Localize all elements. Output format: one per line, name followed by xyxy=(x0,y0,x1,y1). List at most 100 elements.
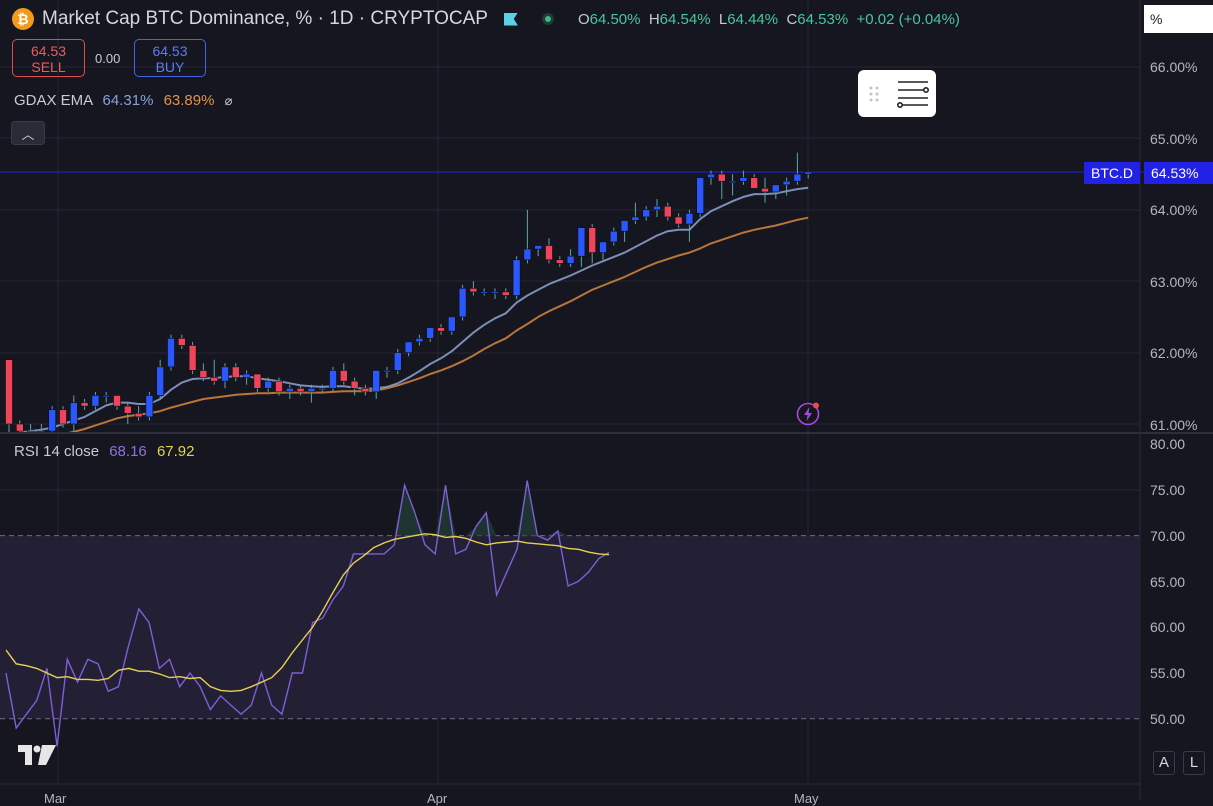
symbol-tag: BTC.D xyxy=(1084,162,1140,184)
candle-body xyxy=(329,370,337,389)
candle-body xyxy=(620,220,629,232)
candle-body xyxy=(545,245,553,261)
price-unit-field[interactable]: % xyxy=(1144,5,1213,33)
rsi-tick: 60.00 xyxy=(1150,619,1186,635)
candle-body xyxy=(264,380,273,389)
auto-scale-button[interactable]: A xyxy=(1153,751,1175,775)
candle-body xyxy=(48,409,57,432)
candle-body xyxy=(199,370,208,378)
log-scale-button[interactable]: L xyxy=(1183,751,1205,775)
close-label: C xyxy=(786,10,798,28)
price-tick: 63.00% xyxy=(1150,274,1198,290)
candle-body xyxy=(491,291,499,294)
candle-body xyxy=(59,409,67,425)
candle-body xyxy=(653,205,661,211)
candle-body xyxy=(372,370,381,393)
chevron-up-icon: ︿ xyxy=(21,126,35,142)
sell-label: SELL xyxy=(31,59,66,75)
candle-body xyxy=(717,173,726,182)
candle-body xyxy=(437,327,445,332)
bolt-icon[interactable] xyxy=(796,402,820,426)
candle-body xyxy=(318,387,327,391)
candle-body xyxy=(793,173,802,182)
candle-body xyxy=(102,395,110,398)
candle-body xyxy=(404,341,413,353)
candle-body xyxy=(383,370,391,373)
candle-body xyxy=(588,227,597,253)
ema-label: GDAX EMA xyxy=(14,92,93,109)
x-label-may: May xyxy=(794,791,819,806)
candle-body xyxy=(275,380,283,393)
candle-body xyxy=(15,423,24,432)
candle-body xyxy=(70,402,78,425)
flag-icon[interactable] xyxy=(503,12,518,26)
rsi-value: 68.16 xyxy=(109,443,147,460)
candle-body xyxy=(393,352,402,371)
candle-body xyxy=(232,366,240,378)
candle-body xyxy=(188,345,197,371)
buy-price: 64.53 xyxy=(152,43,188,59)
sell-button[interactable]: 64.53 SELL xyxy=(12,39,85,77)
candle-body xyxy=(91,395,100,407)
candle-body xyxy=(113,395,121,407)
candle-body xyxy=(124,405,132,414)
collapse-legend-button[interactable]: ︿ xyxy=(11,121,45,145)
price-tick: 66.00% xyxy=(1150,59,1198,75)
rsi-legend[interactable]: RSI 14 close 68.16 67.92 xyxy=(14,443,194,460)
x-label-apr: Apr xyxy=(427,791,448,806)
ema-value-slow: 63.89% xyxy=(163,92,215,109)
price-tick: 61.00% xyxy=(1150,417,1198,433)
ema-fast-line xyxy=(17,186,809,432)
chart-stage[interactable]: ₿ Market Cap BTC Dominance, % · 1D · CRY… xyxy=(0,0,1213,806)
sell-price: 64.53 xyxy=(30,43,67,59)
bitcoin-icon: ₿ xyxy=(12,8,34,30)
rsi-tick: 70.00 xyxy=(1150,528,1186,544)
candle-body xyxy=(253,373,262,389)
drawing-toolbar[interactable] xyxy=(858,70,936,117)
candle-body xyxy=(599,241,607,253)
open-value: 64.50% xyxy=(589,10,641,28)
chart-svg[interactable] xyxy=(0,0,1213,800)
rsi-overbought-fill xyxy=(6,480,609,536)
candle-body xyxy=(156,366,164,396)
candle-body xyxy=(707,173,715,178)
candle-body xyxy=(674,216,683,225)
spread-value: 0.00 xyxy=(95,51,121,66)
candle-body xyxy=(577,227,586,257)
candle-body xyxy=(566,255,575,264)
rsi-tick: 80.00 xyxy=(1150,436,1186,452)
candle-body xyxy=(5,359,13,425)
candle-body xyxy=(221,366,229,382)
x-label-mar: Mar xyxy=(44,791,67,806)
high-label: H xyxy=(648,10,660,28)
buy-label: BUY xyxy=(155,59,185,75)
rsi-tick: 50.00 xyxy=(1150,711,1186,727)
candle-body xyxy=(523,248,532,261)
candle-body xyxy=(642,209,651,218)
rsi-band xyxy=(0,535,1140,719)
buy-button[interactable]: 64.53 BUY xyxy=(134,39,206,77)
rsi-tick: 55.00 xyxy=(1150,665,1186,681)
candle-body xyxy=(426,327,435,339)
eye-off-icon[interactable]: ⌀ xyxy=(225,93,233,108)
candle-body xyxy=(750,177,759,189)
price-tick: 62.00% xyxy=(1150,345,1198,361)
ohlc-values: O64.50% H64.54% L64.44% C64.53% +0.02 (+… xyxy=(578,11,960,28)
candle-body xyxy=(761,188,769,193)
candle-body xyxy=(534,245,543,250)
candle-body xyxy=(512,259,521,296)
candle-body xyxy=(685,213,694,225)
candle-body xyxy=(771,184,780,193)
candle-body xyxy=(307,387,316,393)
candle-body xyxy=(501,291,510,296)
symbol-title[interactable]: Market Cap BTC Dominance, % · 1D · CRYPT… xyxy=(42,8,488,30)
change-value: +0.02 (+0.04%) xyxy=(856,10,960,28)
last-price-tag: 64.53% xyxy=(1144,162,1213,184)
candle-body xyxy=(296,387,305,393)
ema-legend[interactable]: GDAX EMA 64.31% 63.89% ⌀ xyxy=(14,92,232,109)
candle-body xyxy=(447,316,456,332)
candle-body xyxy=(469,288,478,293)
low-label: L xyxy=(718,10,728,28)
candle-body xyxy=(631,216,640,221)
toolbar-icon xyxy=(869,81,930,108)
